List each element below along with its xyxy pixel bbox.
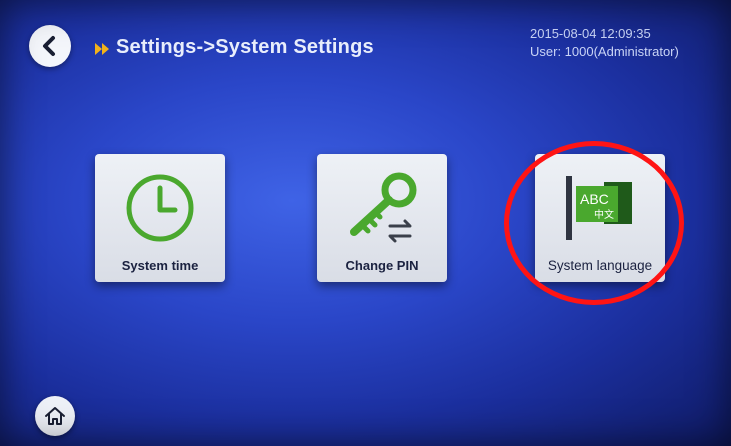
clock-icon [126, 174, 194, 242]
tile-label: Change PIN [345, 258, 419, 273]
change-pin-tile[interactable]: Change PIN [317, 154, 447, 282]
home-icon [45, 407, 65, 425]
breadcrumb: Settings->System Settings [116, 36, 374, 58]
tile-label: System time [121, 258, 199, 273]
back-button[interactable] [29, 25, 71, 67]
key-icon [350, 172, 417, 243]
system-settings-screen: Settings->System Settings 2015-08-04 12:… [0, 0, 731, 446]
back-arrow-icon [43, 36, 55, 56]
highlight-circle-annotation [504, 141, 684, 305]
datetime-readout: 2015-08-04 12:09:35 [530, 26, 651, 41]
home-button[interactable] [35, 396, 75, 436]
current-user: User: 1000(Administrator) [530, 44, 679, 59]
system-time-tile[interactable]: System time [95, 154, 225, 282]
double-chevron-right-icon [95, 43, 109, 55]
